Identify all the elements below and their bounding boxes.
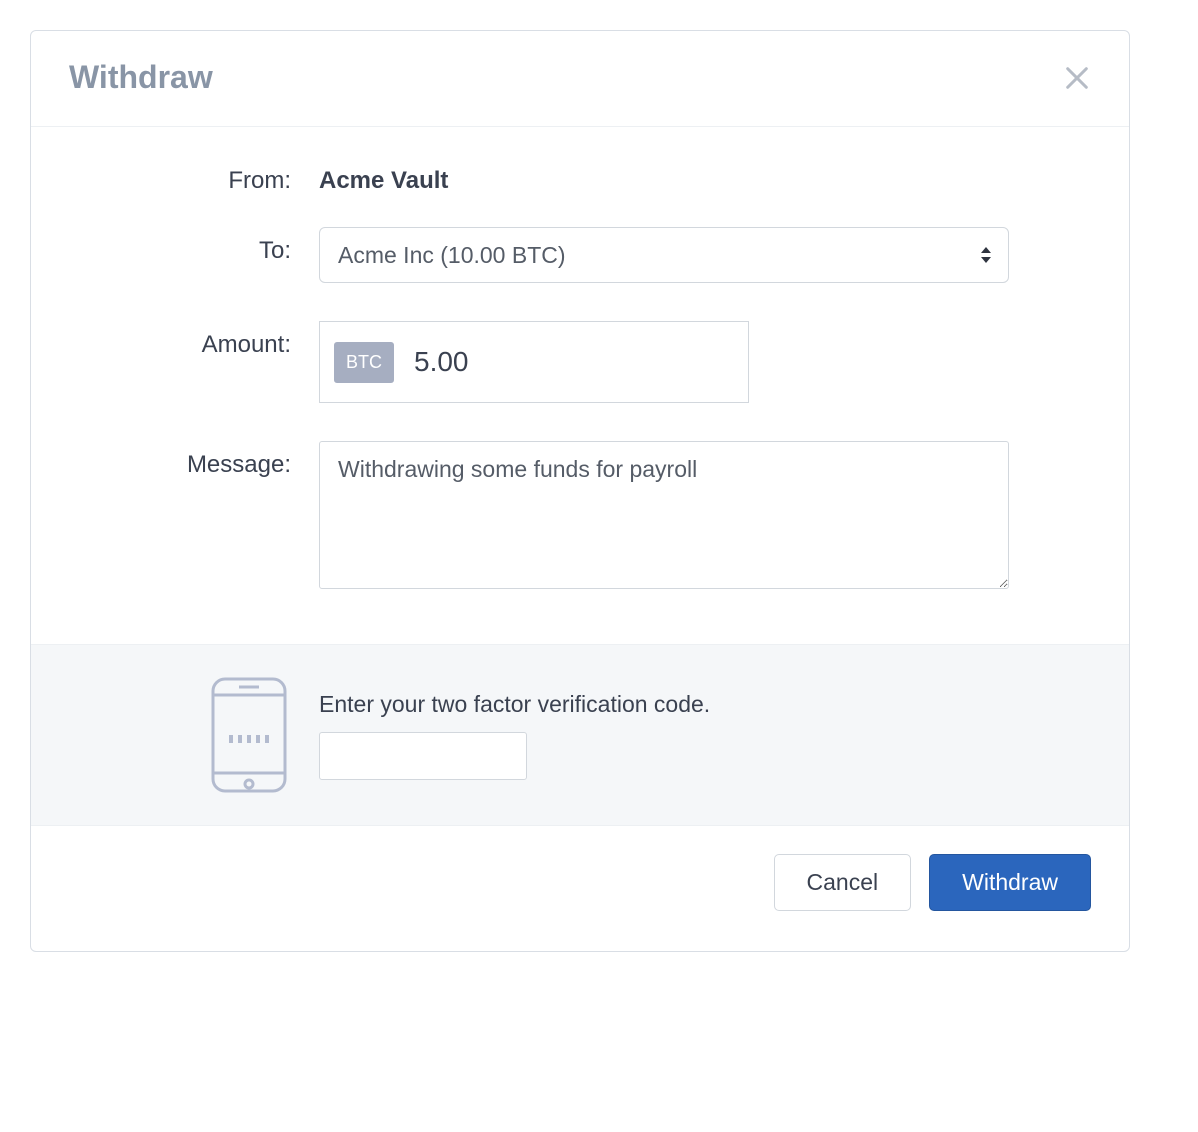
twofa-label: Enter your two factor verification code. [319,691,1009,718]
to-label: To: [91,227,291,265]
amount-row: Amount: BTC [91,321,1009,403]
close-icon[interactable] [1063,64,1091,92]
from-label: From: [91,167,291,195]
amount-input[interactable] [414,346,734,378]
modal-body: From: Acme Vault To: Acme Inc (10.00 BTC… [31,127,1129,644]
twofa-input[interactable] [319,732,527,780]
withdraw-modal: Withdraw From: Acme Vault To: Acme Inc (… [30,30,1130,952]
to-select[interactable]: Acme Inc (10.00 BTC) [319,227,1009,283]
withdraw-button[interactable]: Withdraw [929,854,1091,911]
amount-control: BTC [319,321,749,403]
from-row: From: Acme Vault [91,167,1009,195]
to-row: To: Acme Inc (10.00 BTC) [91,227,1009,283]
currency-badge: BTC [334,342,394,383]
from-value: Acme Vault [319,167,1009,195]
modal-header: Withdraw [31,31,1129,127]
cancel-button[interactable]: Cancel [774,854,912,911]
twofa-section: Enter your two factor verification code. [31,644,1129,826]
phone-icon [207,675,291,795]
modal-title: Withdraw [69,59,213,96]
message-textarea[interactable] [319,441,1009,589]
message-row: Message: [91,441,1009,594]
modal-footer: Cancel Withdraw [31,826,1129,951]
amount-label: Amount: [91,321,291,359]
to-select-wrap: Acme Inc (10.00 BTC) [319,227,1009,283]
message-label: Message: [91,441,291,479]
